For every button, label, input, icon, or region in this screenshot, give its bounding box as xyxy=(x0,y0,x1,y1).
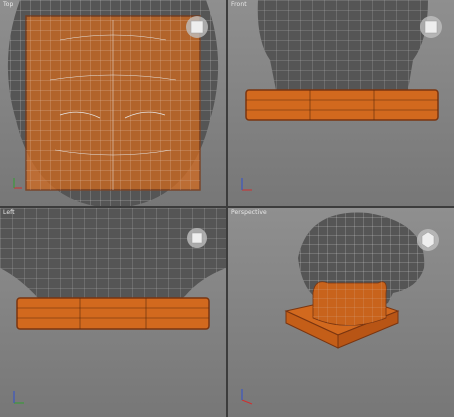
viewport-top[interactable]: Top xyxy=(0,0,226,206)
perspective-view-canvas xyxy=(241,212,425,405)
viewport-label[interactable]: Perspective xyxy=(231,209,267,216)
axis-gizmo-icon xyxy=(241,389,253,405)
left-view-canvas xyxy=(0,208,226,404)
front-view-canvas xyxy=(241,0,439,191)
top-view-canvas xyxy=(7,0,219,206)
axis-gizmo-icon xyxy=(13,178,22,189)
selected-box xyxy=(16,297,210,330)
viewport-perspective[interactable]: Perspective xyxy=(228,208,454,417)
viewport-grid: Top Front Left Perspective xyxy=(0,0,454,417)
viewport-front[interactable]: Front xyxy=(228,0,454,206)
axis-gizmo-icon xyxy=(13,391,24,404)
selected-box xyxy=(245,89,439,121)
viewport-label[interactable]: Top xyxy=(3,1,13,8)
viewport-label[interactable]: Front xyxy=(231,1,247,8)
axis-gizmo-icon xyxy=(241,178,252,191)
viewport-label[interactable]: Left xyxy=(3,209,15,216)
viewport-left[interactable]: Left xyxy=(0,208,226,417)
